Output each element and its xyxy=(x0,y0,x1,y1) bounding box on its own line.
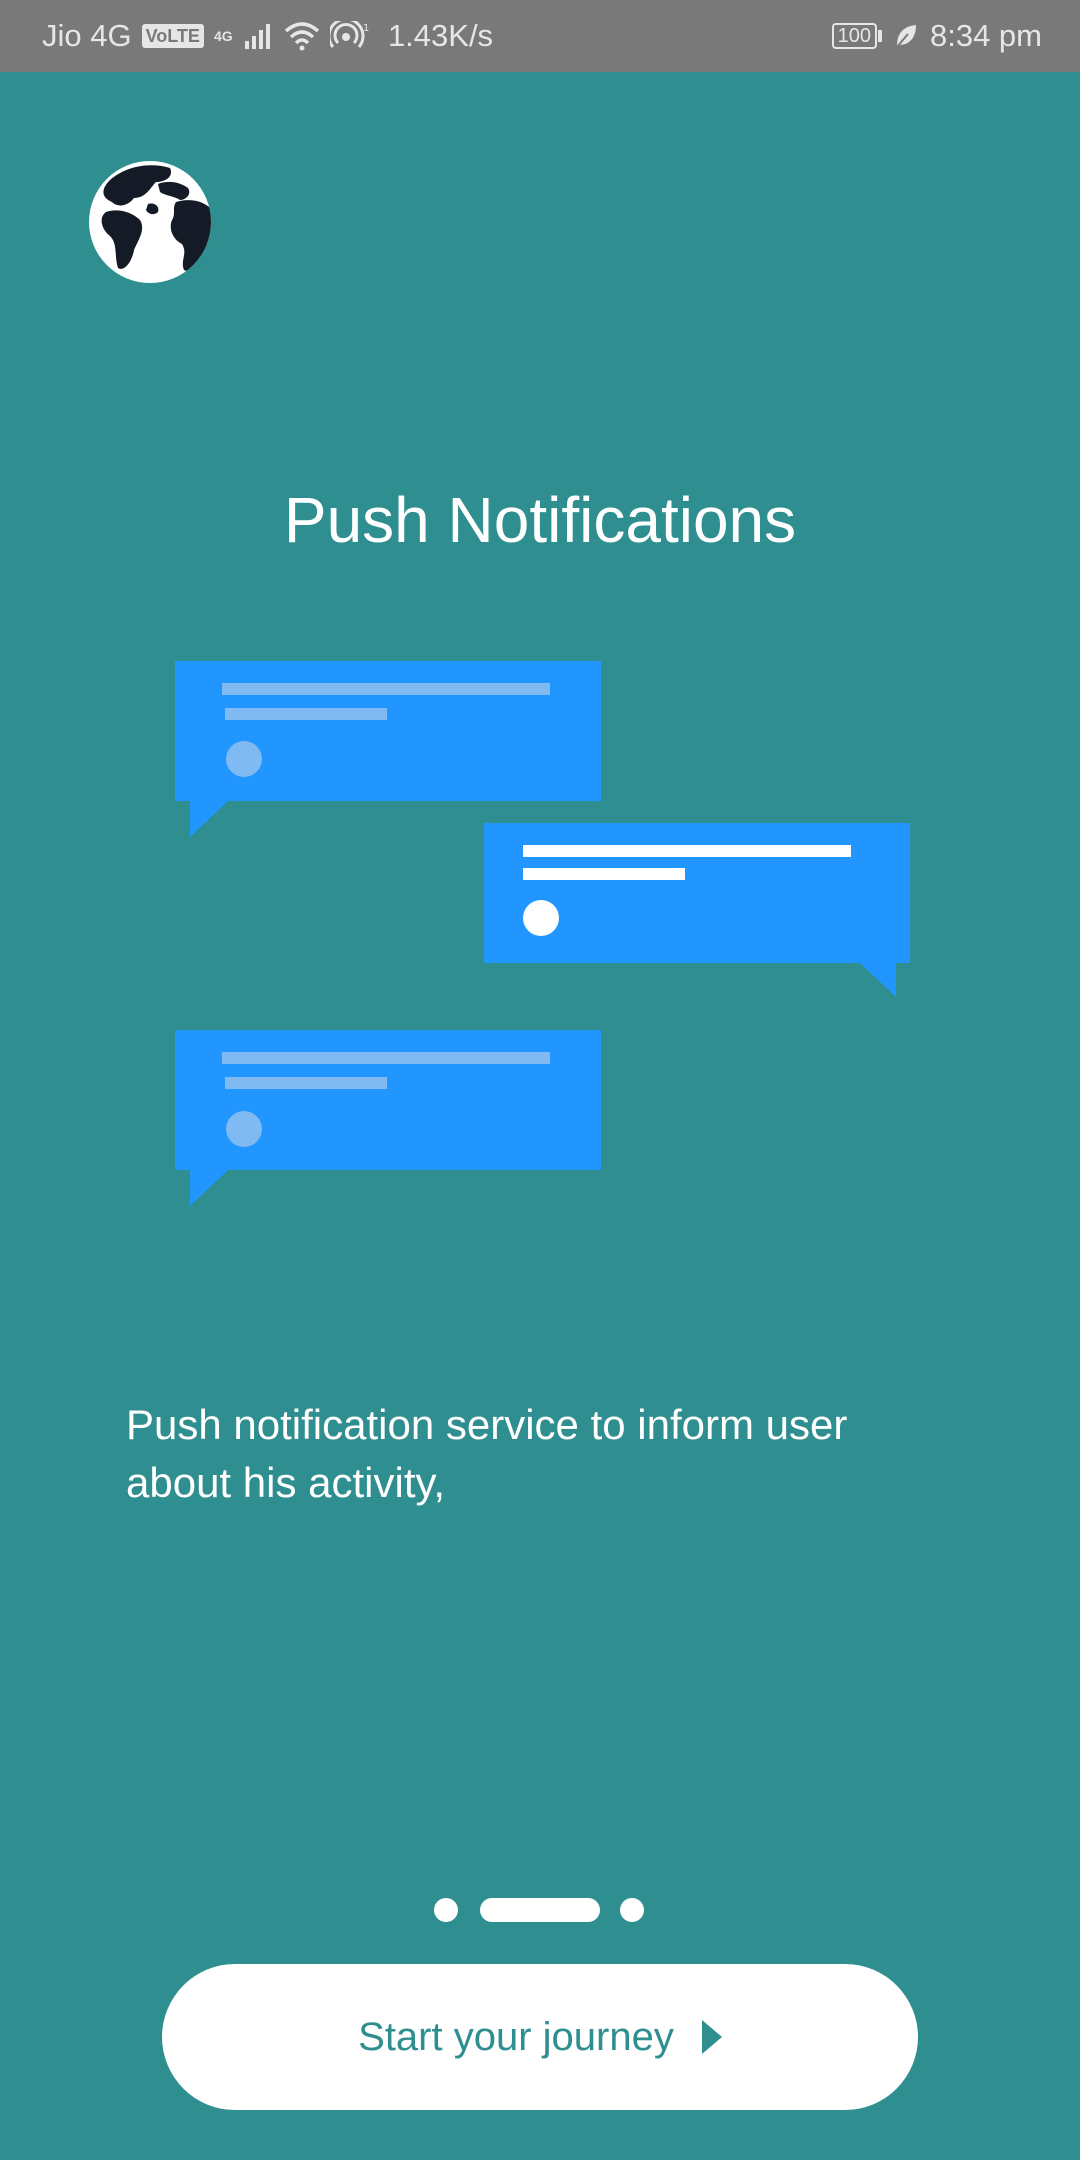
page-dot[interactable] xyxy=(620,1898,644,1922)
chat-bubble-icon xyxy=(484,823,910,997)
status-right: 100 8:34 pm xyxy=(831,0,1042,72)
page-dot-active[interactable] xyxy=(480,1898,600,1922)
page-title: Push Notifications xyxy=(283,484,797,556)
clock: 8:34 pm xyxy=(929,18,1042,53)
chat-bubble-icon xyxy=(175,1030,601,1206)
chat-bubbles-illustration xyxy=(175,661,910,1206)
play-arrow-icon xyxy=(701,2020,722,2054)
globe-logo-icon xyxy=(89,161,211,283)
page-description: Push notification service to inform user… xyxy=(126,1401,848,1506)
status-bar: Jio 4G VoLTE 4G 1 1.43K/s 100 8:34 pm xyxy=(0,0,1080,72)
leaf-icon xyxy=(896,25,916,48)
carrier-label: Jio 4G xyxy=(42,18,132,53)
battery-level: 100 xyxy=(831,23,877,49)
start-journey-button[interactable]: Start your journey xyxy=(162,1964,918,2110)
network-speed: 1.43K/s xyxy=(387,18,494,53)
volte-badge: VoLTE xyxy=(141,24,204,48)
start-journey-label: Start your journey xyxy=(358,2014,674,2059)
network-type: 4G xyxy=(213,28,233,44)
wifi-icon xyxy=(284,22,320,51)
page-indicator xyxy=(0,1898,1080,1922)
page-dot[interactable] xyxy=(434,1898,458,1922)
signal-icon xyxy=(244,24,270,49)
svg-text:1: 1 xyxy=(363,23,369,34)
battery-icon: 100 xyxy=(831,23,882,49)
chat-bubble-icon xyxy=(175,661,601,837)
hotspot-icon: 1 xyxy=(329,21,369,48)
status-left: Jio 4G VoLTE 4G 1 1.43K/s xyxy=(42,0,493,72)
